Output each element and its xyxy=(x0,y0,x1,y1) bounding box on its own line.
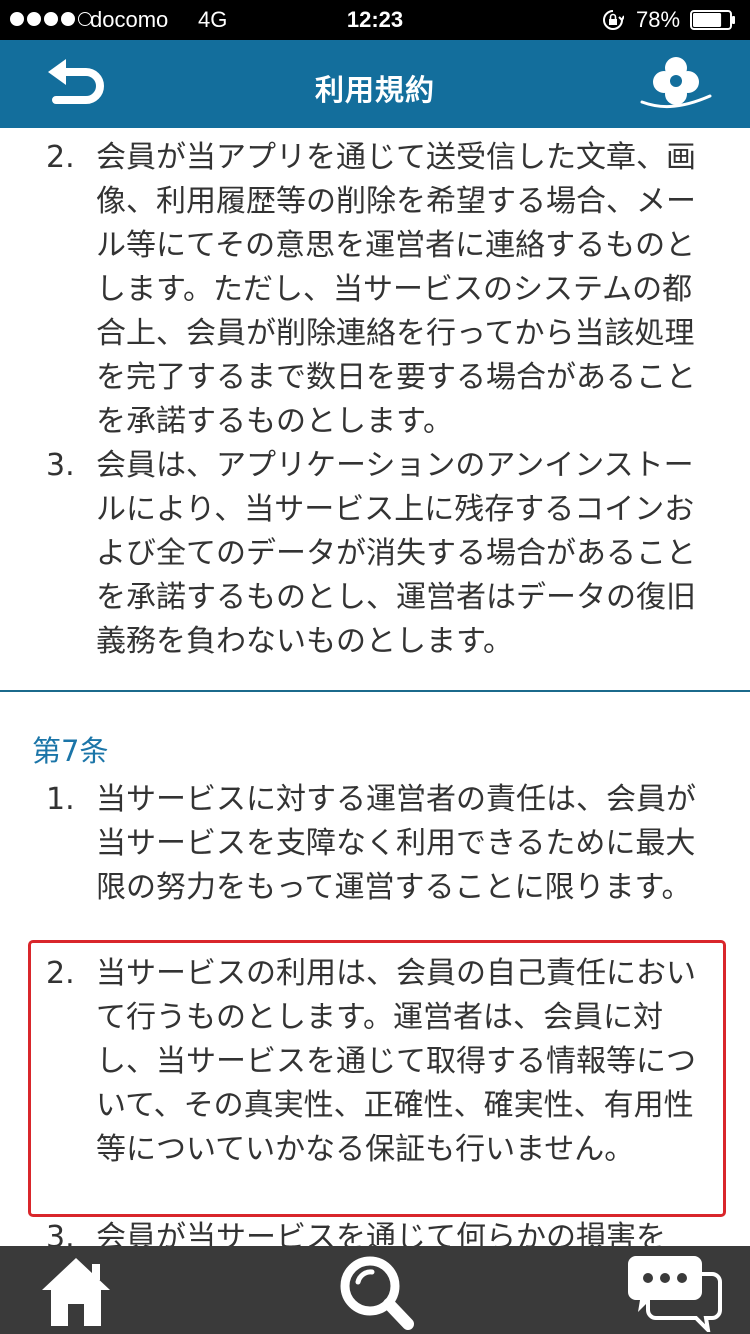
chat-icon[interactable] xyxy=(626,1252,722,1332)
tab-bar xyxy=(0,1246,750,1334)
item-number: 2. xyxy=(46,956,75,991)
list-item: 3. 会員が当サービスを通じて何らかの損害を xyxy=(0,1216,750,1246)
item-number: 3. xyxy=(46,448,75,483)
article-heading: 第7条 xyxy=(32,734,109,768)
nav-bar: 利用規約 xyxy=(0,40,750,128)
clover-icon[interactable] xyxy=(638,52,714,118)
battery-icon xyxy=(690,10,735,30)
battery-percent: 78% xyxy=(636,7,681,32)
section-divider xyxy=(0,690,750,692)
home-icon[interactable] xyxy=(36,1252,116,1332)
terms-content[interactable]: 2. 会員が当アプリを通じて送受信した文章、画像、利用履歴等の削除を希望する場合… xyxy=(0,128,750,1246)
item-number: 3. xyxy=(46,1220,75,1246)
item-text: 会員が当アプリを通じて送受信した文章、画像、利用履歴等の削除を希望する場合、メー… xyxy=(96,140,696,439)
list-item: 2. 会員が当アプリを通じて送受信した文章、画像、利用履歴等の削除を希望する場合… xyxy=(0,136,750,444)
item-number: 1. xyxy=(46,782,75,817)
item-text: 会員は、アプリケーションのアンインストールにより、当サービス上に残存するコインお… xyxy=(96,448,696,659)
list-item: 3. 会員は、アプリケーションのアンインストールにより、当サービス上に残存するコ… xyxy=(0,444,750,664)
item-number: 2. xyxy=(46,140,75,175)
rotation-lock-icon xyxy=(603,10,624,30)
item-text: 当サービスに対する運営者の責任は、会員が当サービスを支障なく利用できるために最大… xyxy=(96,782,696,905)
list-item: 2. 当サービスの利用は、会員の自己責任において行うものとします。運営者は、会員… xyxy=(0,952,750,1172)
list-item: 1. 当サービスに対する運営者の責任は、会員が当サービスを支障なく利用できるため… xyxy=(0,778,750,910)
search-icon[interactable] xyxy=(334,1252,418,1332)
status-bar: docomo 4G 12:23 78% xyxy=(0,0,750,40)
item-text: 会員が当サービスを通じて何らかの損害を xyxy=(96,1220,666,1246)
item-text: 当サービスの利用は、会員の自己責任において行うものとします。運営者は、会員に対し… xyxy=(96,956,696,1167)
